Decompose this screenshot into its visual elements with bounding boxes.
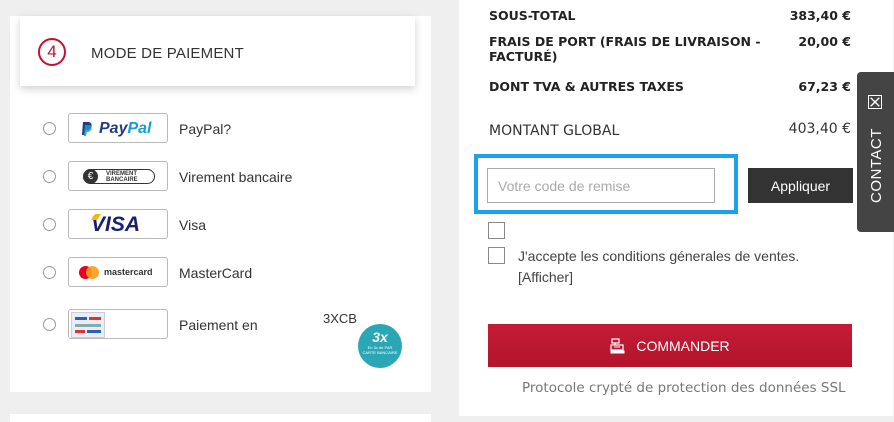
payment-label-paypal: PayPal?: [179, 121, 232, 137]
cb-logo[interactable]: [68, 309, 168, 339]
next-card-edge: [10, 414, 431, 422]
paypal-p-icon: [82, 122, 92, 136]
radio-paypal[interactable]: [43, 122, 56, 135]
3x-badge-big: 3x: [372, 329, 388, 345]
step-number: 4: [38, 38, 66, 66]
payment-option-virement[interactable]: € VIREMENT BANCAIRE Virement bancaire: [43, 161, 423, 191]
3x-badge-small: En 3x de PAR CARTE BANCAIRE: [362, 345, 398, 355]
cash-register-icon: [610, 337, 625, 353]
radio-visa[interactable]: [43, 218, 56, 231]
cgv-label[interactable]: J'accepte les conditions génerales de ve…: [518, 246, 838, 288]
payment-label-mastercard: MasterCard: [179, 265, 253, 281]
ssl-notice: Protocole crypté de protection des donné…: [522, 380, 846, 396]
paypal-logo[interactable]: PayPal: [68, 113, 168, 143]
virement-logo-text: VIREMENT BANCAIRE: [106, 171, 138, 183]
virement-logo[interactable]: € VIREMENT BANCAIRE: [68, 161, 168, 191]
radio-virement[interactable]: [43, 170, 56, 183]
total-value: 403,40 €: [788, 121, 851, 137]
3xcb-label: 3XCB: [323, 311, 357, 326]
summary-value: 67,23 €: [798, 79, 851, 94]
newsletter-checkbox[interactable]: [488, 222, 505, 239]
payment-option-visa[interactable]: VISA Visa: [43, 209, 423, 239]
apply-coupon-button[interactable]: Appliquer: [748, 168, 853, 203]
payment-label-3xcb: Paiement en: [179, 317, 258, 333]
payment-label-virement: Virement bancaire: [179, 169, 293, 185]
payment-step-header: 4 MODE DE PAIEMENT: [20, 16, 415, 86]
payment-label-visa: Visa: [179, 217, 206, 233]
visa-logo[interactable]: VISA: [68, 209, 168, 239]
cb-cards-icon: [71, 312, 105, 338]
summary-value: 20,00 €: [798, 34, 851, 49]
summary-label: FRAIS DE PORT (FRAIS DE LIVRAISON - FACT…: [489, 34, 761, 64]
3x-badge-icon: 3x En 3x de PAR CARTE BANCAIRE: [358, 324, 402, 368]
close-icon[interactable]: [868, 95, 882, 109]
cgv-checkbox[interactable]: [488, 247, 505, 264]
mastercard-logo[interactable]: mastercard: [68, 257, 168, 287]
radio-mastercard[interactable]: [43, 266, 56, 279]
euro-icon: €: [83, 169, 98, 184]
coupon-input[interactable]: [487, 168, 715, 203]
contact-label: CONTACT: [868, 128, 885, 203]
visa-flag-icon: [91, 214, 101, 220]
payment-option-mastercard[interactable]: mastercard MasterCard: [43, 257, 423, 287]
summary-value: 383,40 €: [789, 8, 851, 23]
step-title: MODE DE PAIEMENT: [91, 45, 244, 62]
virement-logo-line2: BANCAIRE: [106, 177, 138, 183]
radio-3xcb[interactable]: [43, 318, 56, 331]
mastercard-orange-circle: [86, 266, 99, 279]
paypal-wordmark: PayPal: [99, 120, 152, 137]
virement-badge: € VIREMENT BANCAIRE: [83, 169, 155, 184]
order-button[interactable]: COMMANDER: [488, 324, 852, 367]
mastercard-wordmark: mastercard: [104, 267, 153, 277]
order-button-label: COMMANDER: [636, 337, 730, 354]
contact-tab[interactable]: CONTACT: [857, 72, 894, 232]
total-label: MONTANT GLOBAL: [489, 123, 620, 139]
summary-label: SOUS-TOTAL: [489, 8, 576, 23]
summary-label: DONT TVA & AUTRES TAXES: [489, 79, 684, 94]
payment-option-paypal[interactable]: PayPal PayPal?: [43, 113, 423, 143]
